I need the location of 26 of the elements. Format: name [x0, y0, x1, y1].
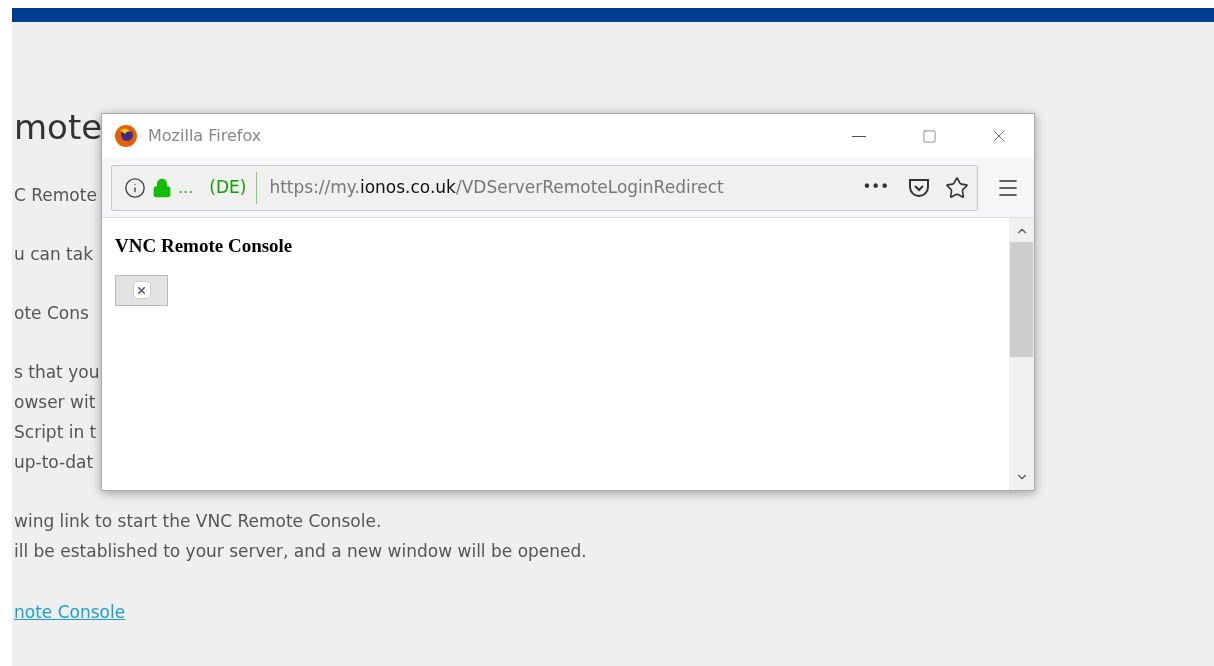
page-text: s that you [14, 361, 100, 383]
content-heading: VNC Remote Console [115, 234, 293, 258]
page-actions-button[interactable]: ••• [858, 176, 893, 199]
pocket-icon[interactable] [907, 176, 931, 199]
page-text: up-to-dat [14, 451, 94, 473]
scrollbar[interactable] [1009, 218, 1034, 490]
info-icon[interactable] [124, 176, 146, 199]
browser-logo-icon [114, 124, 138, 148]
page-text: C Remote [14, 184, 97, 206]
page-text: ote Cons [14, 302, 89, 324]
scrollbar-thumb[interactable] [1010, 242, 1033, 357]
page-text: ill be established to your server, and a new window will be opened. [14, 540, 587, 562]
maximize-icon [921, 128, 937, 144]
minimize-icon [852, 135, 866, 137]
page-heading: mote [14, 107, 103, 147]
url-text: https://my.ionos.co.uk/VDServerRemoteLoginRedirect [269, 175, 724, 199]
site-owner: (DE) [209, 175, 247, 199]
connection-ellipsis: ... [178, 176, 194, 199]
page-text: owser wit [14, 391, 96, 413]
page-text: u can tak [14, 243, 94, 265]
bookmark-star-icon[interactable] [945, 175, 969, 200]
window-title: Mozilla Firefox [148, 125, 262, 147]
address-bar[interactable]: ... (DE) https://my.ionos.co.uk/VDServerRemoteLoginRedirect ••• [111, 164, 978, 211]
page-text: Script in t [14, 421, 97, 443]
page-text: wing link to start the VNC Remote Console. [14, 510, 382, 532]
broken-image-icon [132, 281, 151, 299]
